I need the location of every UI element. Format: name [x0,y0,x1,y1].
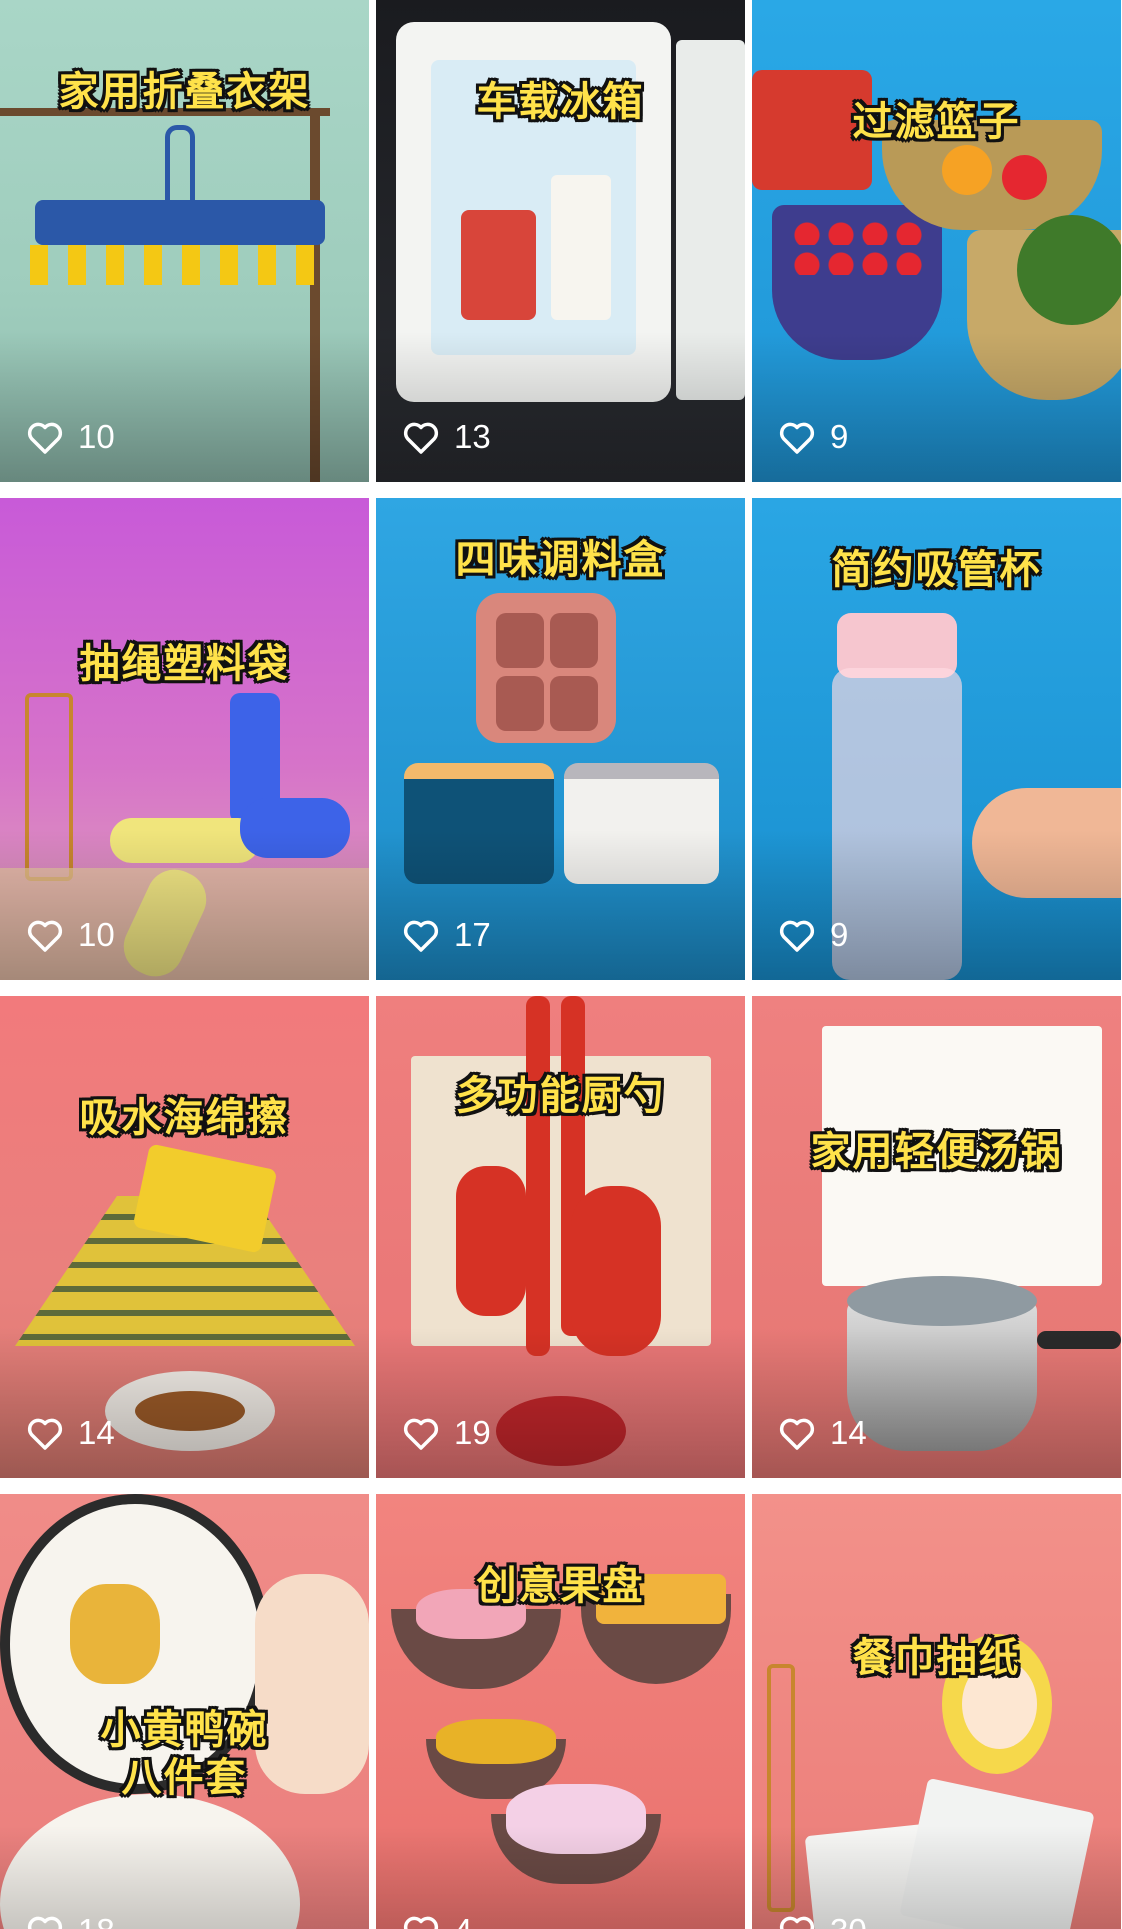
heart-outline-icon [402,419,440,455]
like-count-value: 14 [78,1414,115,1451]
video-card[interactable]: 过滤篮子 9 [752,0,1121,482]
video-card[interactable]: 家用折叠衣架 10 [0,0,369,482]
video-title: 吸水海绵擦 [79,1095,290,1141]
video-card[interactable]: 家用轻便汤锅 14 [752,996,1121,1478]
like-count-value: 30 [830,1912,867,1929]
heart-outline-icon [778,917,816,953]
video-title: 过滤篮子 [852,99,1021,145]
video-card[interactable]: 餐巾抽纸 30 [752,1494,1121,1929]
video-card[interactable]: 四味调料盒 17 [376,498,745,980]
video-card[interactable]: 简约吸管杯 9 [752,498,1121,980]
heart-outline-icon [26,917,64,953]
like-count-value: 13 [454,418,491,455]
video-title: 餐巾抽纸 [852,1635,1021,1681]
heart-outline-icon [402,1415,440,1451]
like-count-value: 4 [454,1912,472,1929]
video-title: 抽绳塑料袋 [79,641,290,687]
heart-outline-icon [778,1415,816,1451]
like-count: 18 [26,1912,115,1929]
video-title: 简约吸管杯 [831,547,1042,593]
video-title: 创意果盘 [476,1563,645,1609]
video-card[interactable]: 小黄鸭碗 八件套 18 [0,1494,369,1929]
like-count: 17 [402,916,491,954]
like-count-value: 10 [78,916,115,953]
like-count: 14 [26,1414,115,1452]
heart-outline-icon [778,419,816,455]
like-count-value: 10 [78,418,115,455]
like-count-value: 18 [78,1912,115,1929]
like-count: 9 [778,418,848,456]
video-title: 小黄鸭碗 八件套 [100,1707,269,1801]
like-count: 10 [26,916,115,954]
video-grid: 家用折叠衣架 10 车载冰箱 13 过滤篮子 9 抽绳塑料袋 10 四味调料盒 … [0,0,1122,1929]
video-title: 车载冰箱 [476,79,645,125]
like-count: 14 [778,1414,867,1452]
heart-outline-icon [402,917,440,953]
video-card[interactable]: 车载冰箱 13 [376,0,745,482]
like-count-value: 19 [454,1414,491,1451]
video-title: 家用轻便汤锅 [810,1129,1063,1175]
video-title: 家用折叠衣架 [58,69,311,115]
heart-outline-icon [402,1913,440,1929]
video-card[interactable]: 创意果盘 4 [376,1494,745,1929]
like-count: 13 [402,418,491,456]
video-card[interactable]: 多功能厨勺 19 [376,996,745,1478]
like-count-value: 14 [830,1414,867,1451]
heart-outline-icon [26,1415,64,1451]
heart-outline-icon [26,1913,64,1929]
video-card[interactable]: 吸水海绵擦 14 [0,996,369,1478]
like-count-value: 17 [454,916,491,953]
video-title: 多功能厨勺 [455,1073,666,1119]
like-count: 9 [778,916,848,954]
video-card[interactable]: 抽绳塑料袋 10 [0,498,369,980]
like-count: 30 [778,1912,867,1929]
video-title: 四味调料盒 [455,537,666,583]
like-count: 4 [402,1912,472,1929]
like-count: 10 [26,418,115,456]
heart-outline-icon [778,1913,816,1929]
like-count-value: 9 [830,916,849,953]
like-count-value: 9 [830,418,849,455]
heart-outline-icon [26,419,64,455]
like-count: 19 [402,1414,491,1452]
